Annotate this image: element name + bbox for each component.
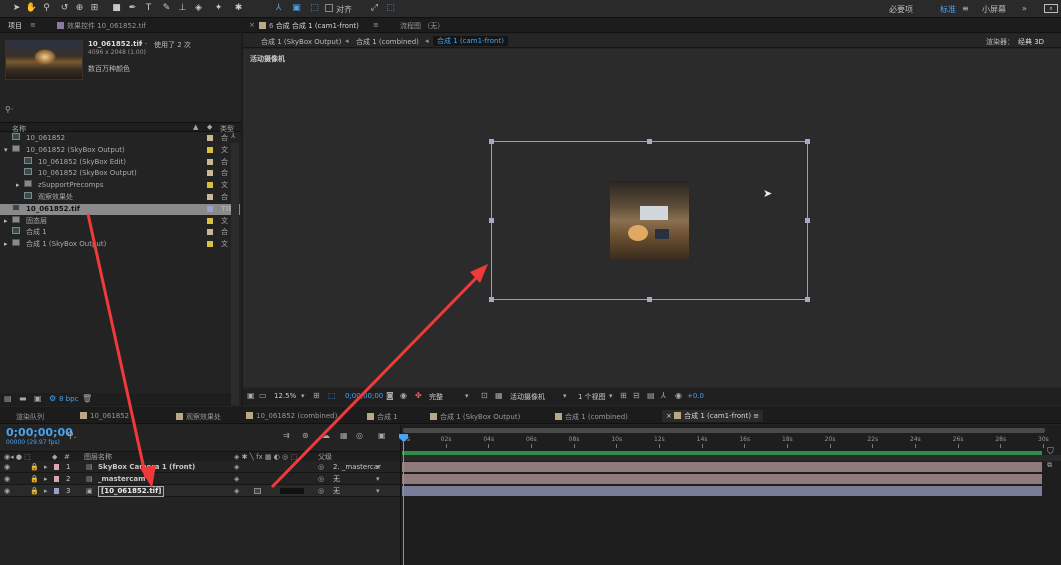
arrow-layer-to-viewer — [270, 270, 484, 489]
arrowhead-down-icon — [140, 465, 156, 488]
arrow-project-to-layer — [86, 213, 148, 479]
annotation-arrows — [86, 213, 488, 489]
